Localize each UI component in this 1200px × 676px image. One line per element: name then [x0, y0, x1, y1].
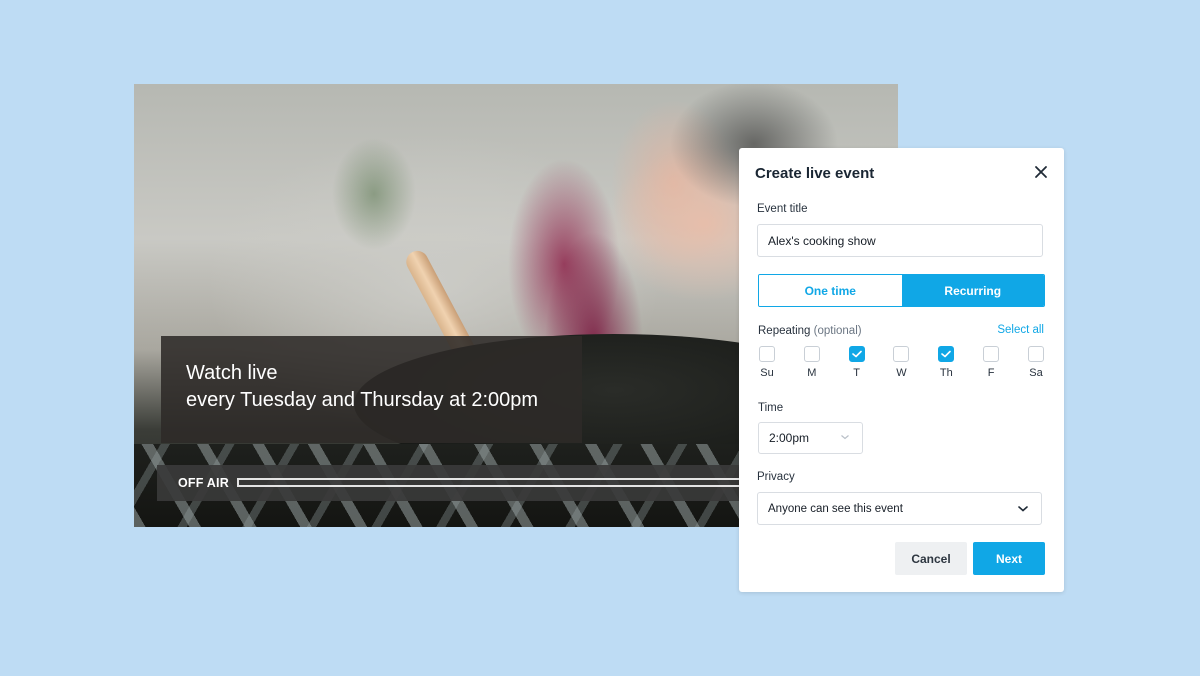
day-selector: Su M T W Th F Sa — [758, 346, 1045, 379]
day-tuesday: T — [848, 346, 866, 379]
checkmark-icon — [851, 350, 862, 358]
day-checkbox[interactable] — [1027, 346, 1044, 362]
day-label: Sa — [1029, 367, 1043, 379]
checkmark-icon — [941, 350, 952, 358]
time-select[interactable]: 2:00pm — [758, 422, 863, 454]
day-label: W — [896, 367, 907, 379]
event-title-value: Alex's cooking show — [768, 233, 876, 248]
day-friday: F — [982, 346, 1000, 379]
close-icon — [1035, 166, 1047, 178]
day-checkbox[interactable] — [848, 346, 865, 362]
next-button[interactable]: Next — [973, 542, 1045, 575]
day-saturday: Sa — [1027, 346, 1045, 379]
privacy-label: Privacy — [757, 471, 795, 483]
optional-hint: (optional) — [813, 325, 862, 337]
day-checkbox[interactable] — [983, 346, 1000, 362]
chevron-down-icon — [1018, 506, 1028, 512]
close-button[interactable] — [1031, 162, 1051, 182]
privacy-select[interactable]: Anyone can see this event — [757, 492, 1042, 525]
day-label: T — [853, 367, 861, 379]
event-title-input[interactable]: Alex's cooking show — [757, 224, 1043, 257]
repeating-label-text: Repeating — [758, 325, 811, 337]
dialog-title: Create live event — [755, 165, 875, 182]
cancel-button[interactable]: Cancel — [895, 542, 967, 575]
day-monday: M — [803, 346, 821, 379]
recurring-option[interactable]: Recurring — [901, 275, 1044, 306]
repeating-label: Repeating (optional) — [758, 325, 862, 337]
select-all-link[interactable]: Select all — [997, 324, 1044, 336]
one-time-option[interactable]: One time — [759, 275, 902, 306]
day-label: M — [807, 367, 817, 379]
chevron-down-icon — [841, 435, 849, 440]
schedule-caption: Watch live every Tuesday and Thursday at… — [161, 336, 582, 443]
day-wednesday: W — [892, 346, 910, 379]
event-title-label: Event title — [757, 203, 808, 215]
privacy-value: Anyone can see this event — [768, 502, 903, 515]
time-value: 2:00pm — [769, 431, 810, 445]
day-checkbox[interactable] — [938, 346, 955, 362]
caption-schedule: every Tuesday and Thursday at 2:00pm — [186, 389, 539, 411]
frequency-toggle: One time Recurring — [758, 274, 1045, 307]
caption-title: Watch live — [186, 362, 278, 384]
day-label: F — [987, 367, 995, 379]
day-sunday: Su — [758, 346, 776, 379]
day-checkbox[interactable] — [893, 346, 910, 362]
day-checkbox[interactable] — [803, 346, 820, 362]
day-checkbox[interactable] — [759, 346, 775, 362]
day-label: Su — [760, 367, 774, 379]
broadcast-status: OFF AIR — [178, 476, 229, 490]
day-thursday: Th — [937, 346, 955, 379]
day-label: Th — [939, 367, 953, 379]
time-label: Time — [758, 402, 784, 414]
create-live-event-dialog: Create live event Event title Alex's coo… — [739, 148, 1064, 592]
